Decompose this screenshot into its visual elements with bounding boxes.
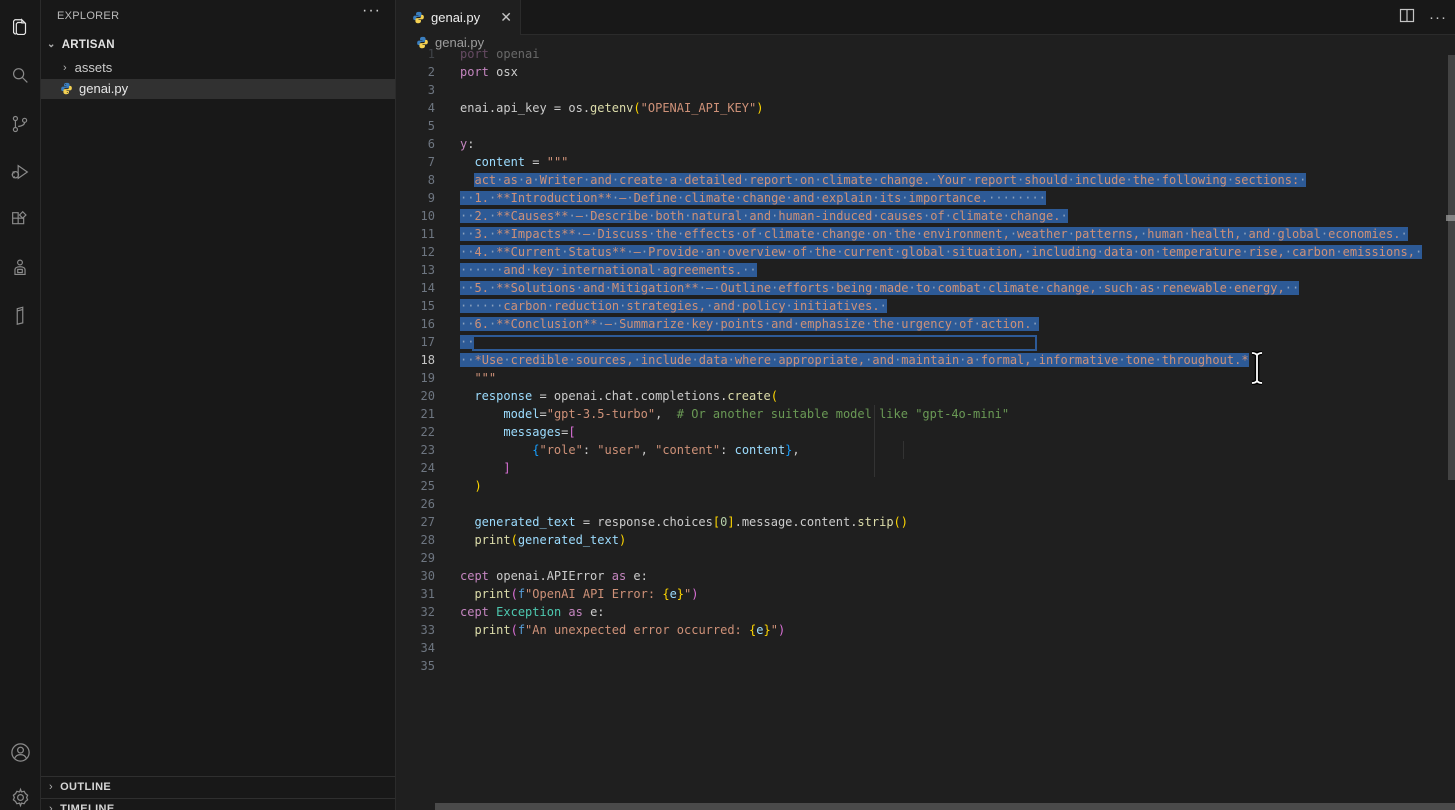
line-number: 9 xyxy=(395,189,435,207)
vscode-window: EXPLORER ··· ⌄ARTISAN ›assets genai.py ›… xyxy=(0,0,1455,810)
line-number: 30 xyxy=(395,567,435,585)
python-file-icon xyxy=(60,81,73,94)
line-number: 19 xyxy=(395,369,435,387)
code-line[interactable]: {"role": "user", "content": content}, xyxy=(460,441,800,459)
timeline-panel-header[interactable]: ›TIMELINE xyxy=(41,798,395,810)
code-line[interactable]: ··2.·**Causes**·—·Describe·both·natural·… xyxy=(460,207,1068,225)
line-number: 11 xyxy=(395,225,435,243)
selection-empty-box xyxy=(474,337,1035,349)
line-number: 4 xyxy=(395,99,435,117)
line-number: 34 xyxy=(395,639,435,657)
line-number: 10 xyxy=(395,207,435,225)
chevron-down-icon: ⌄ xyxy=(47,35,56,55)
line-number: 24 xyxy=(395,459,435,477)
line-number: 6 xyxy=(395,135,435,153)
line-number: 33 xyxy=(395,621,435,639)
extensions-icon[interactable] xyxy=(0,200,40,240)
source-control-icon[interactable] xyxy=(0,104,40,144)
code-line[interactable]: ··*Use·credible·sources,·include·data·wh… xyxy=(460,351,1249,369)
text-cursor-ibeam xyxy=(1249,351,1265,390)
code-line[interactable]: ··1.·**Introduction**·—·Define·climate·c… xyxy=(460,189,1046,207)
explorer-more-actions-icon[interactable]: ··· xyxy=(362,2,381,20)
code-line[interactable]: ··6.·**Conclusion**·—·Summarize·key·poin… xyxy=(460,315,1039,333)
search-icon[interactable] xyxy=(0,56,40,96)
horizontal-scrollbar[interactable] xyxy=(435,803,1455,810)
line-number: 8 xyxy=(395,171,435,189)
line-number: 28 xyxy=(395,531,435,549)
code-line[interactable]: print(generated_text) xyxy=(460,531,626,549)
code-line[interactable]: port openai xyxy=(460,45,539,63)
code-line[interactable]: port osx xyxy=(460,63,518,81)
code-line[interactable]: print(f"OpenAI API Error: {e}") xyxy=(460,585,699,603)
code-line[interactable]: ··3.·**Impacts**·—·Discuss·the·effects·o… xyxy=(460,225,1408,243)
indent-guide xyxy=(903,441,904,459)
explorer-icon[interactable] xyxy=(0,8,40,48)
line-number: 31 xyxy=(395,585,435,603)
code-line[interactable]: """ xyxy=(460,369,496,387)
overview-ruler-marker xyxy=(1446,215,1455,221)
settings-gear-icon[interactable] xyxy=(0,777,40,810)
line-number: 1 xyxy=(395,45,435,63)
sidebar-item-assets[interactable]: ›assets xyxy=(41,58,395,78)
code-line[interactable]: print(f"An unexpected error occurred: {e… xyxy=(460,621,785,639)
line-number: 16 xyxy=(395,315,435,333)
code-line[interactable]: ··5.·**Solutions·and·Mitigation**·—·Outl… xyxy=(460,279,1299,297)
account-icon[interactable] xyxy=(0,732,40,772)
line-number: 32 xyxy=(395,603,435,621)
line-number: 26 xyxy=(395,495,435,513)
outline-panel-header[interactable]: ›OUTLINE xyxy=(41,776,395,798)
code-line[interactable]: enai.api_key = os.getenv("OPENAI_API_KEY… xyxy=(460,99,763,117)
line-number: 13 xyxy=(395,261,435,279)
code-line[interactable]: ·· xyxy=(460,333,1035,351)
code-line[interactable]: generated_text = response.choices[0].mes… xyxy=(460,513,908,531)
chevron-right-icon: › xyxy=(63,58,67,78)
code-line[interactable]: act·as·a·Writer·and·create·a·detailed·re… xyxy=(460,171,1306,189)
sidebar-item-genai-py[interactable]: genai.py xyxy=(41,79,395,99)
code-line[interactable]: cept openai.APIError as e: xyxy=(460,567,648,585)
vertical-scrollbar[interactable] xyxy=(1448,55,1455,480)
line-number: 15 xyxy=(395,297,435,315)
person-icon[interactable] xyxy=(0,248,40,288)
code-line[interactable]: messages=[ xyxy=(460,423,576,441)
book-icon[interactable] xyxy=(0,296,40,336)
code-line[interactable]: content = """ xyxy=(460,153,568,171)
line-number: 27 xyxy=(395,513,435,531)
line-number: 20 xyxy=(395,387,435,405)
code-line[interactable]: ) xyxy=(460,477,482,495)
run-debug-icon[interactable] xyxy=(0,152,40,192)
line-number: 21 xyxy=(395,405,435,423)
code-line[interactable]: ······and·key·international·agreements.·… xyxy=(460,261,757,279)
line-number: 23 xyxy=(395,441,435,459)
code-line[interactable]: cept Exception as e: xyxy=(460,603,605,621)
sidebar-item-artisan-root[interactable]: ⌄ARTISAN xyxy=(41,35,395,55)
code-line[interactable]: ··4.·**Current·Status**·—·Provide·an·ove… xyxy=(460,243,1422,261)
line-number: 18 xyxy=(395,351,435,369)
line-number: 25 xyxy=(395,477,435,495)
code-editor[interactable]: 1 port openai 2 port osx 34 enai.api_key = os… xyxy=(395,0,1455,810)
activity-bar xyxy=(0,0,41,810)
chevron-right-icon: › xyxy=(49,781,53,793)
line-number: 7 xyxy=(395,153,435,171)
line-number: 5 xyxy=(395,117,435,135)
chevron-right-icon: › xyxy=(49,803,53,810)
line-number: 3 xyxy=(395,81,435,99)
line-number: 12 xyxy=(395,243,435,261)
line-number: 35 xyxy=(395,657,435,675)
explorer-sidebar: EXPLORER ··· ⌄ARTISAN ›assets genai.py ›… xyxy=(41,0,396,810)
code-line[interactable]: model="gpt-3.5-turbo", # Or another suit… xyxy=(460,405,1009,423)
line-number: 14 xyxy=(395,279,435,297)
line-number: 22 xyxy=(395,423,435,441)
line-number: 17 xyxy=(395,333,435,351)
explorer-header: EXPLORER ··· xyxy=(41,0,395,33)
code-line[interactable]: response = openai.chat.completions.creat… xyxy=(460,387,778,405)
line-number: 29 xyxy=(395,549,435,567)
line-number: 2 xyxy=(395,63,435,81)
code-line[interactable]: y: xyxy=(460,135,474,153)
code-line[interactable]: ] xyxy=(460,459,511,477)
code-line[interactable]: ······carbon·reduction·strategies,·and·p… xyxy=(460,297,887,315)
explorer-title: EXPLORER xyxy=(57,10,119,22)
